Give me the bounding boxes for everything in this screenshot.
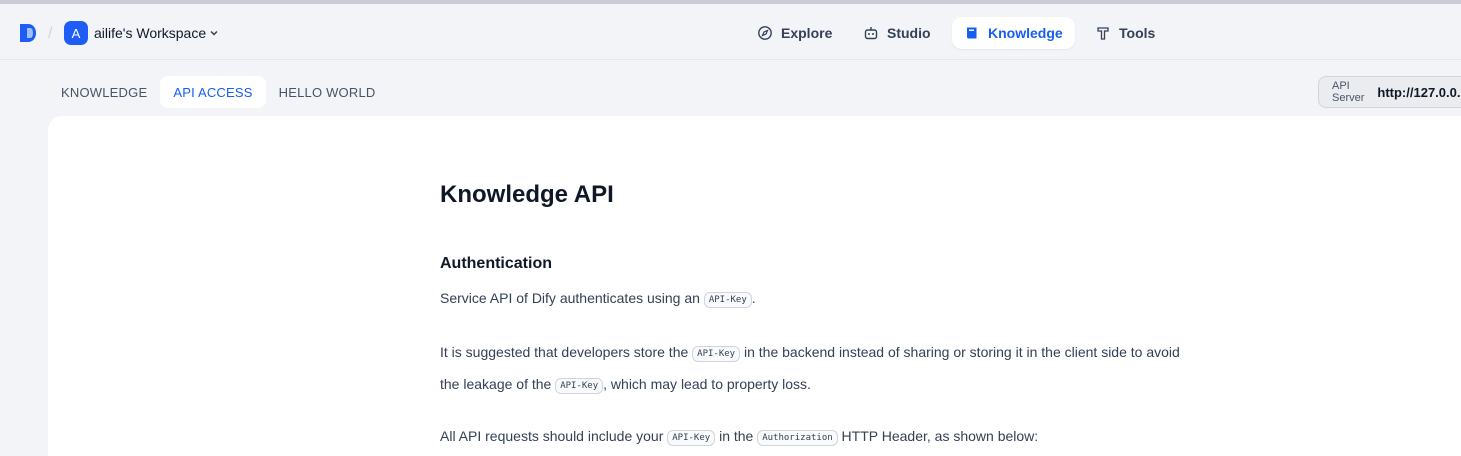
auth-heading: Authentication (440, 255, 552, 272)
p1-text-2: . (751, 290, 756, 306)
inline-code: API-Key (703, 292, 752, 308)
workspace-avatar: A (64, 21, 88, 45)
workspace-switcher[interactable]: A ailife's Workspace (64, 21, 219, 45)
doc-paragraph-3: All API requests should include your API… (440, 421, 1200, 453)
nav-studio[interactable]: Studio (851, 17, 943, 49)
api-server-field[interactable]: API Server http://127.0.0.1/v1 (1318, 76, 1461, 108)
top-navigation-bar: / A ailife's Workspace Explore Studio Kn… (0, 0, 1461, 60)
inline-code: API-Key (667, 430, 716, 446)
inline-code: API-Key (555, 378, 604, 394)
hammer-icon (1097, 27, 1109, 40)
dify-logo-icon[interactable] (18, 22, 38, 44)
p3-text-3: HTTP Header, as shown below: (837, 428, 1039, 444)
nav-studio-label: Studio (887, 25, 931, 41)
chevron-down-icon (210, 30, 218, 36)
p2-text-3: , which may lead to property loss. (603, 376, 811, 392)
doc-paragraph-2: It is suggested that developers store th… (440, 337, 1200, 401)
p2-text-1: It is suggested that developers store th… (440, 344, 693, 360)
nav-explore-label: Explore (781, 25, 833, 41)
book-icon (967, 27, 977, 39)
api-server-url[interactable]: http://127.0.0.1/v1 (1377, 85, 1461, 100)
tab-knowledge[interactable]: KNOWLEDGE (48, 76, 160, 108)
nav-tools[interactable]: Tools (1083, 17, 1167, 49)
p1-text-1: Service API of Dify authenticates using … (440, 290, 704, 306)
compass-icon (758, 26, 772, 40)
inline-code: Authorization (757, 430, 838, 446)
separator-slash: / (48, 25, 53, 42)
api-server-label: API Server (1332, 80, 1365, 104)
nav-knowledge[interactable]: Knowledge (952, 17, 1075, 49)
nav-explore[interactable]: Explore (745, 17, 844, 49)
doc-paragraph-1: Service API of Dify authenticates using … (440, 283, 1200, 315)
nav-tools-label: Tools (1119, 25, 1156, 41)
nav-knowledge-label: Knowledge (988, 25, 1063, 41)
tab-hello-world[interactable]: HELLO WORLD (266, 76, 389, 108)
tab-api-access[interactable]: API ACCESS (160, 76, 266, 108)
p3-text-2: in the (715, 428, 758, 444)
robot-icon (864, 27, 878, 40)
workspace-name: ailife's Workspace (94, 25, 207, 41)
p3-text-1: All API requests should include your (440, 428, 668, 444)
api-doc-panel: Knowledge API Authentication Service API… (48, 116, 1461, 456)
inline-code: API-Key (692, 346, 741, 362)
doc-title: Knowledge API (440, 181, 614, 208)
knowledge-subtabs: KNOWLEDGE API ACCESS HELLO WORLD (48, 76, 388, 108)
